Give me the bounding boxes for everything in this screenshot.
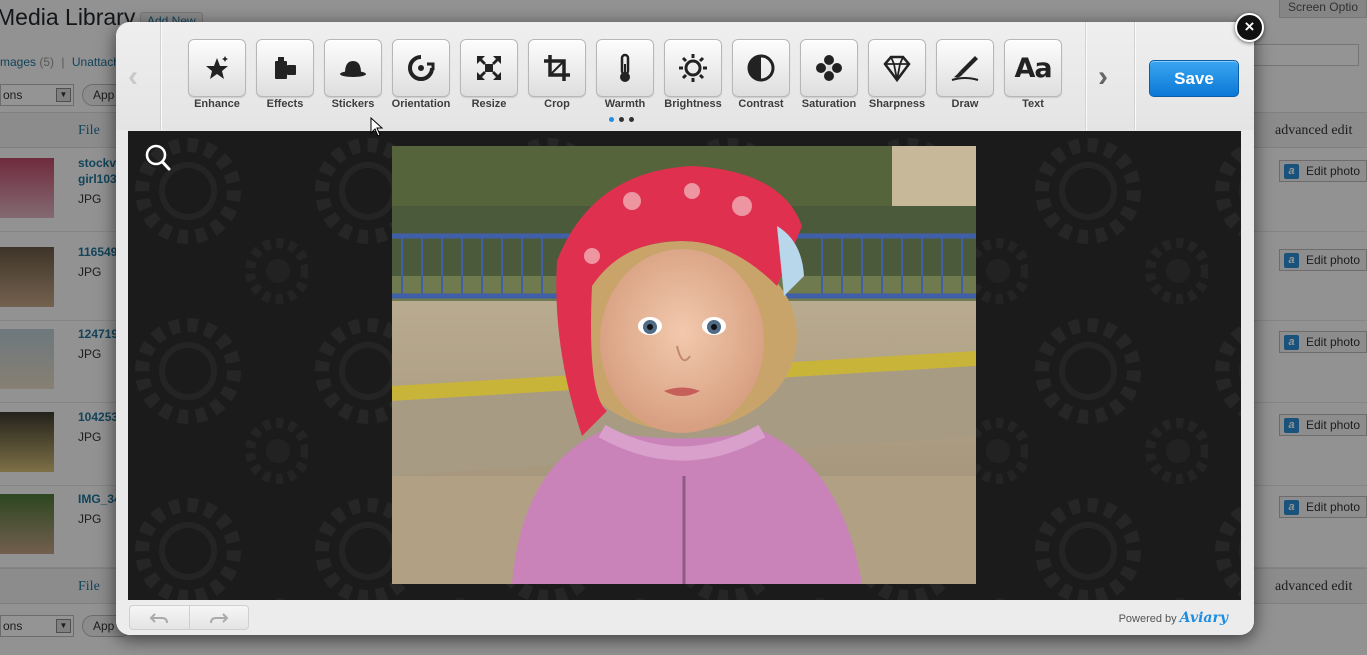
saturation-icon <box>816 55 842 81</box>
history-controls <box>129 605 249 630</box>
redo-button[interactable] <box>190 606 249 629</box>
tool-text-button[interactable]: Aa Text <box>1004 39 1062 110</box>
tool-effects-button[interactable]: Effects <box>256 39 314 110</box>
draw-icon <box>951 56 979 81</box>
tool-icon-frame <box>664 39 722 97</box>
zoom-icon[interactable] <box>144 143 172 173</box>
tool-icon-frame: Aa <box>1004 39 1062 97</box>
mouse-cursor-icon <box>370 117 384 137</box>
image-canvas[interactable] <box>128 131 1241 600</box>
stickers-icon <box>340 61 366 77</box>
tool-icon-frame <box>392 39 450 97</box>
redo-icon <box>209 612 229 623</box>
tool-sharpness-button[interactable]: Sharpness <box>868 39 926 110</box>
photo-editor-modal: ‹ Enhance Effects Stickers Orientation Resiz… <box>116 22 1254 635</box>
tool-label: Text <box>1022 98 1044 110</box>
enhance-icon <box>206 56 228 79</box>
tool-icon-frame <box>528 39 586 97</box>
powered-by: Powered by Aviary <box>1119 610 1228 626</box>
tool-crop-button[interactable]: Crop <box>528 39 586 110</box>
contrast-icon <box>747 54 775 82</box>
toolbar-divider <box>160 22 161 130</box>
resize-icon <box>477 56 501 80</box>
tool-icon-frame <box>188 39 246 97</box>
pager-dot[interactable] <box>619 117 624 122</box>
effects-icon <box>275 57 296 79</box>
editor-toolbar: ‹ Enhance Effects Stickers Orientation Resiz… <box>116 22 1254 130</box>
toolbar-divider <box>1085 22 1086 130</box>
toolbar-pager <box>609 117 634 122</box>
tool-enhance-button[interactable]: Enhance <box>188 39 246 110</box>
toolbar-prev-arrow[interactable]: ‹ <box>128 60 138 94</box>
powered-by-label: Powered by <box>1118 613 1177 625</box>
tool-icon-frame <box>256 39 314 97</box>
brightness-icon <box>679 54 707 82</box>
tool-icon-frame <box>868 39 926 97</box>
toolbar-next-arrow[interactable]: › <box>1098 60 1108 94</box>
tool-icon-frame <box>732 39 790 97</box>
tool-resize-button[interactable]: Resize <box>460 39 518 110</box>
pager-dot-active[interactable] <box>609 117 614 122</box>
orientation-icon <box>408 55 435 81</box>
undo-icon <box>149 612 169 623</box>
toolbar-divider <box>1134 22 1135 130</box>
undo-button[interactable] <box>130 606 190 629</box>
crop-icon <box>544 55 570 81</box>
sharpness-icon <box>883 55 911 83</box>
tool-contrast-button[interactable]: Contrast <box>732 39 790 110</box>
tool-icon-frame <box>324 39 382 97</box>
tool-icon-frame <box>460 39 518 97</box>
close-button[interactable]: × <box>1235 13 1264 42</box>
editor-footer: Powered by Aviary <box>116 600 1254 635</box>
save-button[interactable]: Save <box>1149 60 1239 97</box>
tool-saturation-button[interactable]: Saturation <box>800 39 858 110</box>
tool-warmth-button[interactable]: Warmth <box>596 39 654 110</box>
photo-preview[interactable] <box>392 146 976 584</box>
warmth-icon <box>620 53 630 82</box>
pager-dot[interactable] <box>629 117 634 122</box>
tool-stickers-button[interactable]: Stickers <box>324 39 382 110</box>
aviary-logo[interactable]: Aviary <box>1180 610 1228 626</box>
tool-icon-frame <box>800 39 858 97</box>
tool-brightness-button[interactable]: Brightness <box>664 39 722 110</box>
tool-draw-button[interactable]: Draw <box>936 39 994 110</box>
tool-orientation-button[interactable]: Orientation <box>392 39 450 110</box>
tool-icon-frame <box>936 39 994 97</box>
tool-icon-frame <box>596 39 654 97</box>
text-icon: Aa <box>1014 52 1052 84</box>
